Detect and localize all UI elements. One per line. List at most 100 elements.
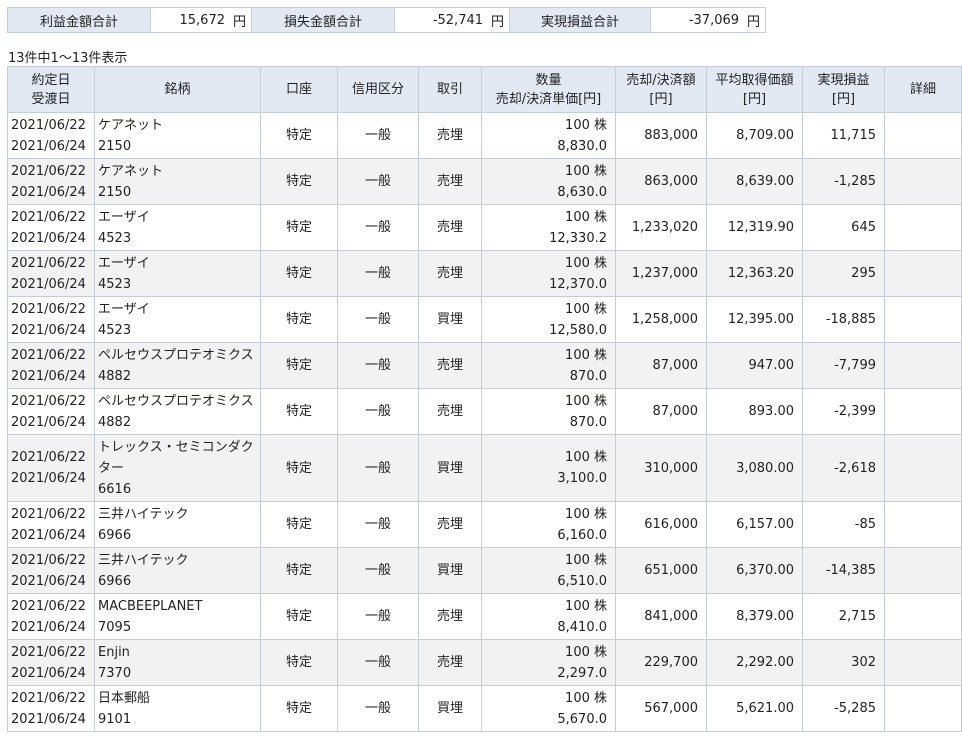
qty-price-cell: 100 株 12,330.2 xyxy=(481,204,616,251)
header-qty-price: 数量 売却/決済単価[円] xyxy=(481,66,616,113)
sale-amount: 1,237,000 xyxy=(615,250,707,297)
credit-type: 一般 xyxy=(337,388,419,435)
header-dates: 約定日 受渡日 xyxy=(7,66,95,113)
realized-total-value: -37,069 xyxy=(650,7,746,33)
settle-date: 2021/06/24 xyxy=(11,322,86,338)
average-cost: 947.00 xyxy=(706,342,803,389)
stock-name: 三井ハイテック xyxy=(98,506,189,522)
realized-pl: -85 xyxy=(802,501,885,548)
detail-cell xyxy=(884,158,962,205)
account-type: 特定 xyxy=(260,501,338,548)
stock-code: 4523 xyxy=(98,322,132,338)
average-cost: 3,080.00 xyxy=(706,434,803,502)
trade-type: 売埋 xyxy=(418,112,482,159)
trade-date: 2021/06/22 xyxy=(11,450,86,465)
settle-date: 2021/06/24 xyxy=(11,573,86,589)
header-price: 売却/決済単価[円] xyxy=(495,91,602,107)
credit-type: 一般 xyxy=(337,685,419,732)
unit-price: 8,630.0 xyxy=(557,184,607,200)
quantity: 100 株 xyxy=(565,690,607,706)
credit-type: 一般 xyxy=(337,501,419,548)
date-cell: 2021/06/22 2021/06/24 xyxy=(7,112,95,159)
stock-code: 4523 xyxy=(98,276,132,292)
trade-type: 売埋 xyxy=(418,388,482,435)
settle-date: 2021/06/24 xyxy=(11,230,86,246)
header-realized-pl: 実現損益 xyxy=(817,72,870,88)
realized-total-unit: 円 xyxy=(745,7,767,33)
stock-name: Enjin xyxy=(98,644,130,660)
quantity: 100 株 xyxy=(565,163,607,179)
stock-code: 6616 xyxy=(98,481,132,497)
realized-pl: 2,715 xyxy=(802,593,885,640)
unit-price: 6,160.0 xyxy=(557,527,607,543)
table-row: 2021/06/22 2021/06/24 ケアネット 2150 特定 一般 売埋 100 株… xyxy=(7,112,962,159)
date-cell: 2021/06/22 2021/06/24 xyxy=(7,296,95,343)
unit-price: 3,100.0 xyxy=(557,471,607,486)
credit-type: 一般 xyxy=(337,112,419,159)
account-type: 特定 xyxy=(260,547,338,594)
header-pl: 実現損益 [円] xyxy=(802,66,885,113)
stock-name: トレックス・セミコンダクター xyxy=(98,439,254,476)
unit-price: 6,510.0 xyxy=(557,573,607,589)
header-detail: 詳細 xyxy=(884,66,962,113)
trade-date: 2021/06/22 xyxy=(11,506,86,522)
account-type: 特定 xyxy=(260,434,338,502)
profit-total-unit: 円 xyxy=(231,7,253,33)
credit-type: 一般 xyxy=(337,434,419,502)
realized-pl: -14,385 xyxy=(802,547,885,594)
quantity: 100 株 xyxy=(565,255,607,271)
unit-price: 8,410.0 xyxy=(557,619,607,635)
header-account: 口座 xyxy=(260,66,338,113)
header-trade: 取引 xyxy=(418,66,482,113)
header-pl-unit: [円] xyxy=(831,91,856,107)
unit-price: 870.0 xyxy=(569,414,607,430)
trade-date: 2021/06/22 xyxy=(11,117,86,133)
header-name: 銘柄 xyxy=(94,66,261,113)
stock-name: エーザイ xyxy=(98,255,150,271)
detail-cell xyxy=(884,112,962,159)
table-row: 2021/06/22 2021/06/24 Enjin 7370 特定 一般 売埋 100 株… xyxy=(7,639,962,686)
unit-price: 5,670.0 xyxy=(557,711,607,727)
stock-cell: トレックス・セミコンダクター 6616 xyxy=(94,434,261,502)
unit-price: 12,370.0 xyxy=(549,276,607,292)
stock-name: エーザイ xyxy=(98,301,150,317)
quantity: 100 株 xyxy=(565,301,607,317)
detail-cell xyxy=(884,434,962,502)
date-cell: 2021/06/22 2021/06/24 xyxy=(7,685,95,732)
sale-amount: 310,000 xyxy=(615,434,707,502)
stock-name: エーザイ xyxy=(98,209,150,225)
settle-date: 2021/06/24 xyxy=(11,711,86,727)
result-count: 13件中1～13件表示 xyxy=(8,51,128,66)
qty-price-cell: 100 株 8,630.0 xyxy=(481,158,616,205)
sale-amount: 567,000 xyxy=(615,685,707,732)
summary-row: 利益金額合計 15,672 円 損失金額合計 -52,741 円 実現損益合計 … xyxy=(7,7,767,33)
stock-name: 三井ハイテック xyxy=(98,552,189,568)
average-cost: 8,379.00 xyxy=(706,593,803,640)
stock-code: 7095 xyxy=(98,619,132,635)
table-row: 2021/06/22 2021/06/24 ペルセウスプロテオミクス 4882 特定 一般… xyxy=(7,342,962,389)
stock-name: 日本郵船 xyxy=(98,690,151,706)
table-row: 2021/06/22 2021/06/24 日本郵船 9101 特定 一般 買埋 100 株 5… xyxy=(7,685,962,732)
average-cost: 2,292.00 xyxy=(706,639,803,686)
qty-price-cell: 100 株 6,510.0 xyxy=(481,547,616,594)
header-avg-unit: [円] xyxy=(742,91,767,107)
table-row: 2021/06/22 2021/06/24 トレックス・セミコンダクター 6616 特定… xyxy=(7,434,962,502)
table-row: 2021/06/22 2021/06/24 ペルセウスプロテオミクス 4882 特定 一般… xyxy=(7,388,962,435)
detail-cell xyxy=(884,388,962,435)
date-cell: 2021/06/22 2021/06/24 xyxy=(7,639,95,686)
sale-amount: 87,000 xyxy=(615,388,707,435)
credit-type: 一般 xyxy=(337,547,419,594)
detail-cell xyxy=(884,342,962,389)
date-cell: 2021/06/22 2021/06/24 xyxy=(7,250,95,297)
credit-type: 一般 xyxy=(337,593,419,640)
qty-price-cell: 100 株 3,100.0 xyxy=(481,434,616,502)
qty-price-cell: 100 株 12,370.0 xyxy=(481,250,616,297)
average-cost: 893.00 xyxy=(706,388,803,435)
trade-date: 2021/06/22 xyxy=(11,644,86,660)
stock-cell: エーザイ 4523 xyxy=(94,204,261,251)
settle-date: 2021/06/24 xyxy=(11,527,86,543)
table-row: 2021/06/22 2021/06/24 MACBEEPLANET 7095 特定 一般… xyxy=(7,593,962,640)
trade-type: 買埋 xyxy=(418,434,482,502)
settle-date: 2021/06/24 xyxy=(11,368,86,384)
qty-price-cell: 100 株 2,297.0 xyxy=(481,639,616,686)
